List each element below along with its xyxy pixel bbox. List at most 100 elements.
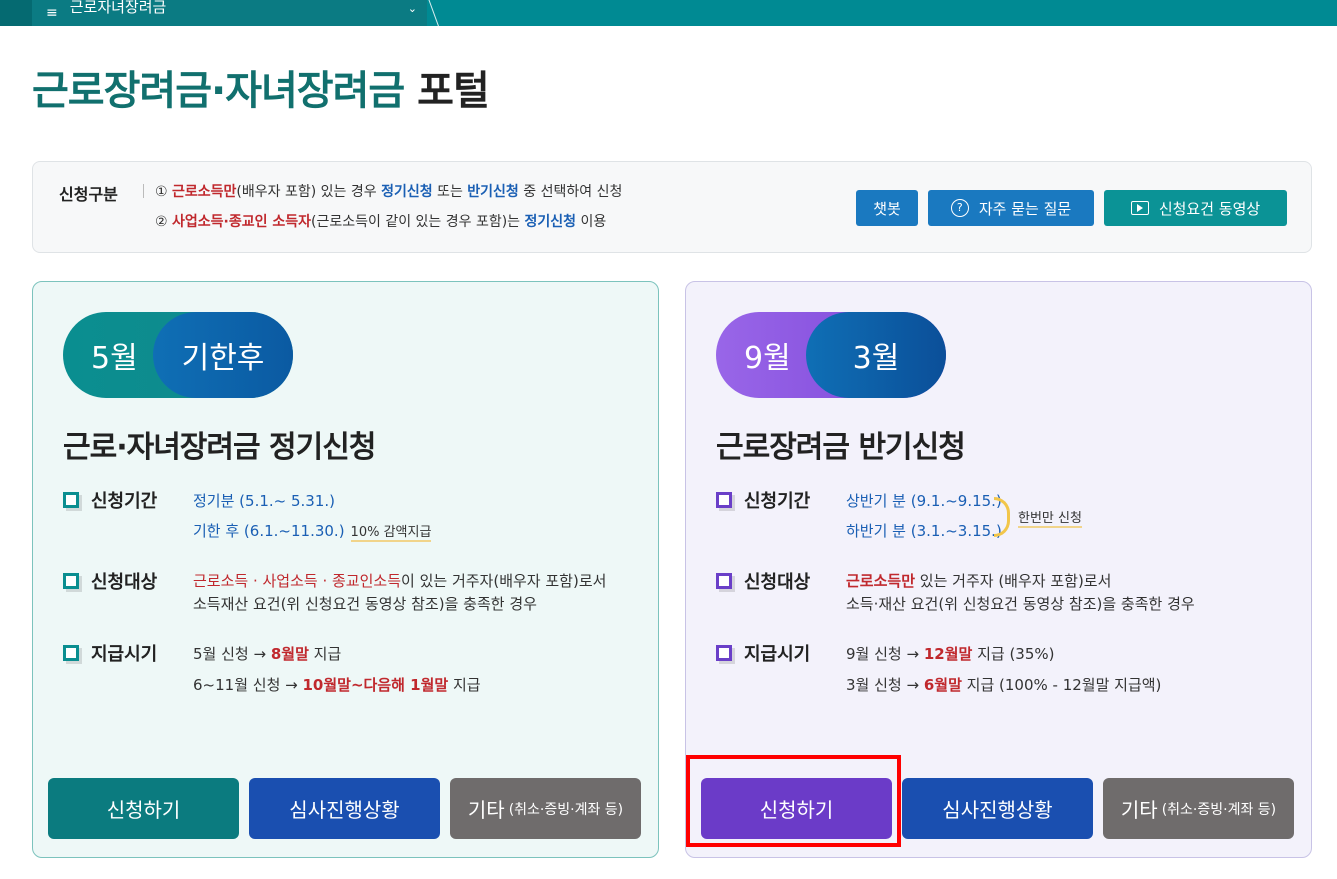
checkbox-square-icon: [716, 492, 732, 508]
payment-line-2-b: 6월말: [923, 676, 962, 694]
once-only-note-text: 한번만 신청: [1018, 511, 1082, 528]
target-label: 신청대상: [716, 568, 810, 594]
payment-label-text: 지급시기: [91, 644, 158, 665]
period-pill: 5월 기한후: [63, 312, 293, 398]
period-pill: 9월 3월: [716, 312, 946, 398]
requirements-video-button[interactable]: 신청요건 동영상: [1104, 190, 1287, 226]
target-line-1-text: 있는 거주자 (배우자 포함)로서: [915, 572, 1112, 590]
hamburger-icon: ≡: [46, 5, 58, 21]
target-line-2: 소득재산 요건(위 신청요건 동영상 참조)을 충족한 경우: [193, 595, 537, 613]
info-line-2-highlight: 사업소득·종교인 소득자: [172, 214, 312, 230]
regular-apply-button[interactable]: 신청하기: [48, 778, 239, 839]
pill-march: 3월: [806, 312, 946, 398]
bracket-decoration: [994, 497, 1010, 537]
payment-line-1-a: 5월 신청 →: [193, 645, 271, 663]
period-label-text: 신청기간: [744, 491, 811, 512]
checkbox-square-icon: [63, 645, 79, 661]
payment-line-1: 9월 신청 → 12월말 지급 (35%): [846, 643, 1055, 664]
menu-label: 근로자녀장려금: [69, 0, 167, 16]
period-after-text: 기한 후 (6.1.~11.30.): [193, 522, 345, 540]
payment-line-1: 5월 신청 → 8월말 지급: [193, 643, 341, 664]
reduced-payment-note: 10% 감액지급: [350, 525, 432, 542]
apply-button-label: 신청하기: [106, 798, 181, 822]
payment-line-1-b: 8월말: [270, 645, 309, 663]
regular-etc-button[interactable]: 기타 (취소·증빙·계좌 등): [450, 778, 641, 839]
info-line-1: ① 근로소득만(배우자 포함) 있는 경우 정기신청 또는 반기신청 중 선택하…: [155, 181, 622, 201]
card-title: 근로장려금 반기신청: [716, 430, 966, 465]
payment-line-2-c: 지급: [448, 676, 481, 694]
payment-line-1-c: 지급: [308, 645, 342, 663]
etc-button-label: 기타: [1120, 798, 1158, 822]
etc-button-sublabel: (취소·증빙·계좌 등): [508, 801, 624, 818]
period-after: 기한 후 (6.1.~11.30.) 10% 감액지급: [193, 520, 432, 542]
regular-review-status-button[interactable]: 심사진행상황: [249, 778, 440, 839]
target-line-1: 근로소득 · 사업소득 · 종교인소득이 있는 거주자(배우자 포함)로서: [193, 570, 606, 591]
highlight-annotation-box: [686, 755, 901, 847]
period-label: 신청기간: [63, 487, 157, 513]
info-line-2-end: 이용: [576, 214, 607, 230]
target-line-1-text: 이 있는 거주자(배우자 포함)로서: [401, 572, 607, 590]
top-navbar: ≡ 근로자녀장려금 ⌄: [0, 0, 1337, 26]
info-line-2-text: (근로소득이 같이 있는 경우 포함)는: [311, 214, 525, 230]
play-icon: [1130, 201, 1149, 215]
question-icon: ?: [950, 199, 969, 217]
once-only-note: 한번만 신청: [1018, 507, 1082, 528]
half-year-etc-button[interactable]: 기타 (취소·증빙·계좌 등): [1103, 778, 1294, 839]
half-year-review-status-button[interactable]: 심사진행상황: [902, 778, 1093, 839]
payment-line-2-c: 지급 (100% - 12월말 지급액): [961, 676, 1162, 694]
payment-line-1-c: 지급 (35%): [972, 645, 1055, 663]
video-button-label: 신청요건 동영상: [1158, 199, 1261, 218]
payment-label: 지급시기: [63, 640, 157, 666]
chatbot-button-label: 챗봇: [873, 199, 901, 218]
payment-line-1-a: 9월 신청 →: [846, 645, 924, 663]
target-income-type: 근로소득만: [846, 572, 916, 590]
period-first-half: 상반기 분 (9.1.~9.15.): [846, 492, 1002, 510]
info-line-1-highlight: 근로소득만: [172, 184, 237, 200]
chevron-down-icon: ⌄: [407, 2, 417, 15]
navbar-left-block: [0, 0, 32, 26]
status-button-label: 심사진행상황: [942, 798, 1053, 822]
card-title: 근로·자녀장려금 정기신청: [63, 430, 376, 465]
target-label-text: 신청대상: [744, 572, 811, 593]
etc-button-sublabel: (취소·증빙·계좌 등): [1161, 801, 1277, 818]
menu-dropdown[interactable]: ≡ 근로자녀장려금 ⌄: [32, 0, 427, 26]
info-label: 신청구분: [59, 185, 118, 204]
info-line-1-or: 또는: [432, 184, 468, 200]
target-income-types: 근로소득 · 사업소득 · 종교인소득: [193, 572, 402, 590]
checkbox-square-icon: [716, 645, 732, 661]
target-line-2: 소득·재산 요건(위 신청요건 동영상 참조)을 충족한 경우: [846, 595, 1195, 613]
application-type-info: 신청구분 ① 근로소득만(배우자 포함) 있는 경우 정기신청 또는 반기신청 …: [32, 161, 1312, 253]
checkbox-square-icon: [716, 573, 732, 589]
info-line-1-regular: 정기신청: [381, 184, 433, 200]
faq-button[interactable]: ? 자주 묻는 질문: [928, 190, 1094, 226]
regular-application-card: 5월 기한후 근로·자녀장려금 정기신청 신청기간 정기분 (5.1.~ 5.3…: [32, 281, 659, 858]
period-second-half: 하반기 분 (3.1.~3.15.): [846, 522, 1002, 540]
info-line-1-number: ①: [155, 184, 168, 200]
target-label-text: 신청대상: [91, 572, 158, 593]
etc-button-label: 기타: [467, 798, 505, 822]
chatbot-button[interactable]: 챗봇: [856, 190, 918, 226]
payment-label: 지급시기: [716, 640, 810, 666]
period-regular: 정기분 (5.1.~ 5.31.): [193, 492, 335, 510]
payment-label-text: 지급시기: [744, 644, 811, 665]
info-line-2-number: ②: [155, 214, 168, 230]
page-title: 근로장려금·자녀장려금 포털: [32, 58, 490, 116]
payment-line-1-b: 12월말: [923, 645, 973, 663]
payment-line-2-b: 10월말~다음해 1월말: [302, 676, 449, 694]
info-line-2-regular: 정기신청: [524, 214, 577, 230]
page-title-suffix: 포털: [417, 68, 490, 114]
target-line-1: 근로소득만 있는 거주자 (배우자 포함)로서: [846, 570, 1111, 591]
faq-button-label: 자주 묻는 질문: [978, 199, 1072, 218]
status-button-label: 심사진행상황: [289, 798, 400, 822]
period-label: 신청기간: [716, 487, 810, 513]
checkbox-square-icon: [63, 573, 79, 589]
info-line-1-text: (배우자 포함) 있는 경우: [236, 184, 382, 200]
info-divider: [143, 184, 144, 198]
target-label: 신청대상: [63, 568, 157, 594]
page-title-main: 근로장려금·자녀장려금: [32, 68, 405, 114]
period-label-text: 신청기간: [91, 491, 158, 512]
checkbox-square-icon: [63, 492, 79, 508]
payment-line-2: 6~11월 신청 → 10월말~다음해 1월말 지급: [193, 674, 481, 695]
payment-line-2-a: 3월 신청 →: [846, 676, 924, 694]
info-line-1-half: 반기신청: [467, 184, 519, 200]
